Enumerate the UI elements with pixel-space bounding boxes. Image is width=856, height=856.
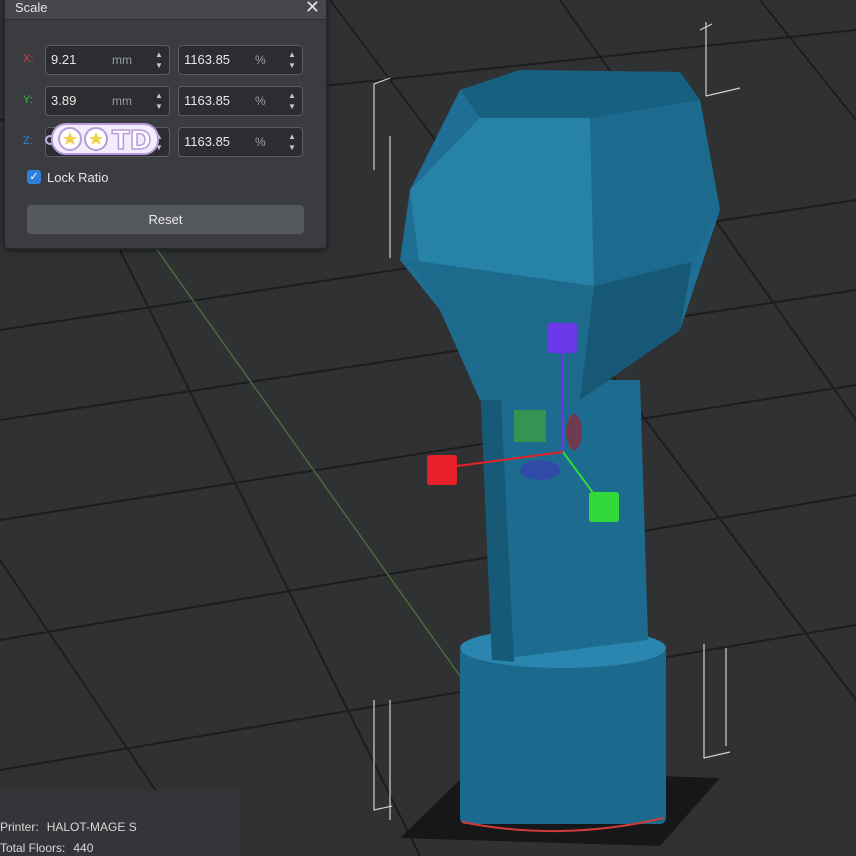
y-size-input[interactable]: 3.89 mm ▲ ▼ [45, 86, 170, 116]
lock-ratio-row: ✓ Lock Ratio [27, 169, 227, 187]
scale-row-x: X: 9.21 mm ▲ ▼ 1163.85 % ▲ ▼ [5, 45, 326, 75]
x-size-stepper[interactable]: ▲ ▼ [153, 49, 165, 71]
z-percent-stepper[interactable]: ▲ ▼ [286, 131, 298, 153]
panel-header: Scale ✕ [5, 0, 326, 20]
gizmo-x-handle[interactable] [427, 455, 457, 485]
axis-label-y: Y: [23, 94, 33, 106]
x-size-input[interactable]: 9.21 mm ▲ ▼ [45, 45, 170, 75]
keychain-sticker: TD [45, 123, 159, 156]
gizmo-xz-plane[interactable] [566, 414, 582, 450]
printer-info-box: Printer: HALOT-MAGE S Total Floors: 440 [0, 790, 240, 856]
x-percent-input[interactable]: 1163.85 % ▲ ▼ [178, 45, 303, 75]
y-percent-stepper[interactable]: ▲ ▼ [286, 90, 298, 112]
y-percent-input[interactable]: 1163.85 % ▲ ▼ [178, 86, 303, 116]
y-size-stepper[interactable]: ▲ ▼ [153, 90, 165, 112]
z-percent-input[interactable]: 1163.85 % ▲ ▼ [178, 127, 303, 157]
y-axis-line [149, 239, 471, 691]
gizmo-yz-plane[interactable] [520, 460, 560, 480]
close-button[interactable]: ✕ [305, 0, 320, 16]
x-percent-stepper[interactable]: ▲ ▼ [286, 49, 298, 71]
gizmo-z-handle[interactable] [547, 323, 577, 353]
lock-ratio-label: Lock Ratio [47, 170, 109, 185]
scale-row-y: Y: 3.89 mm ▲ ▼ 1163.85 % ▲ ▼ [5, 86, 326, 116]
floors-info: Total Floors: 440 [0, 841, 93, 855]
panel-title: Scale [15, 0, 48, 15]
gizmo-y-handle[interactable] [589, 492, 619, 522]
reset-button[interactable]: Reset [27, 205, 304, 234]
lock-ratio-checkbox[interactable]: ✓ [27, 170, 41, 184]
floors-label: Total Floors: [0, 841, 66, 855]
axis-label-z: Z: [23, 135, 33, 147]
axis-label-x: X: [23, 53, 34, 65]
gizmo-xy-plane[interactable] [514, 410, 546, 442]
keychain-text: TD [112, 126, 151, 156]
printer-info: Printer: HALOT-MAGE S [0, 820, 137, 834]
printer-label: Printer: [0, 820, 39, 834]
model-base [460, 628, 666, 833]
floors-value: 440 [73, 841, 94, 855]
printer-value: HALOT-MAGE S [46, 820, 137, 834]
